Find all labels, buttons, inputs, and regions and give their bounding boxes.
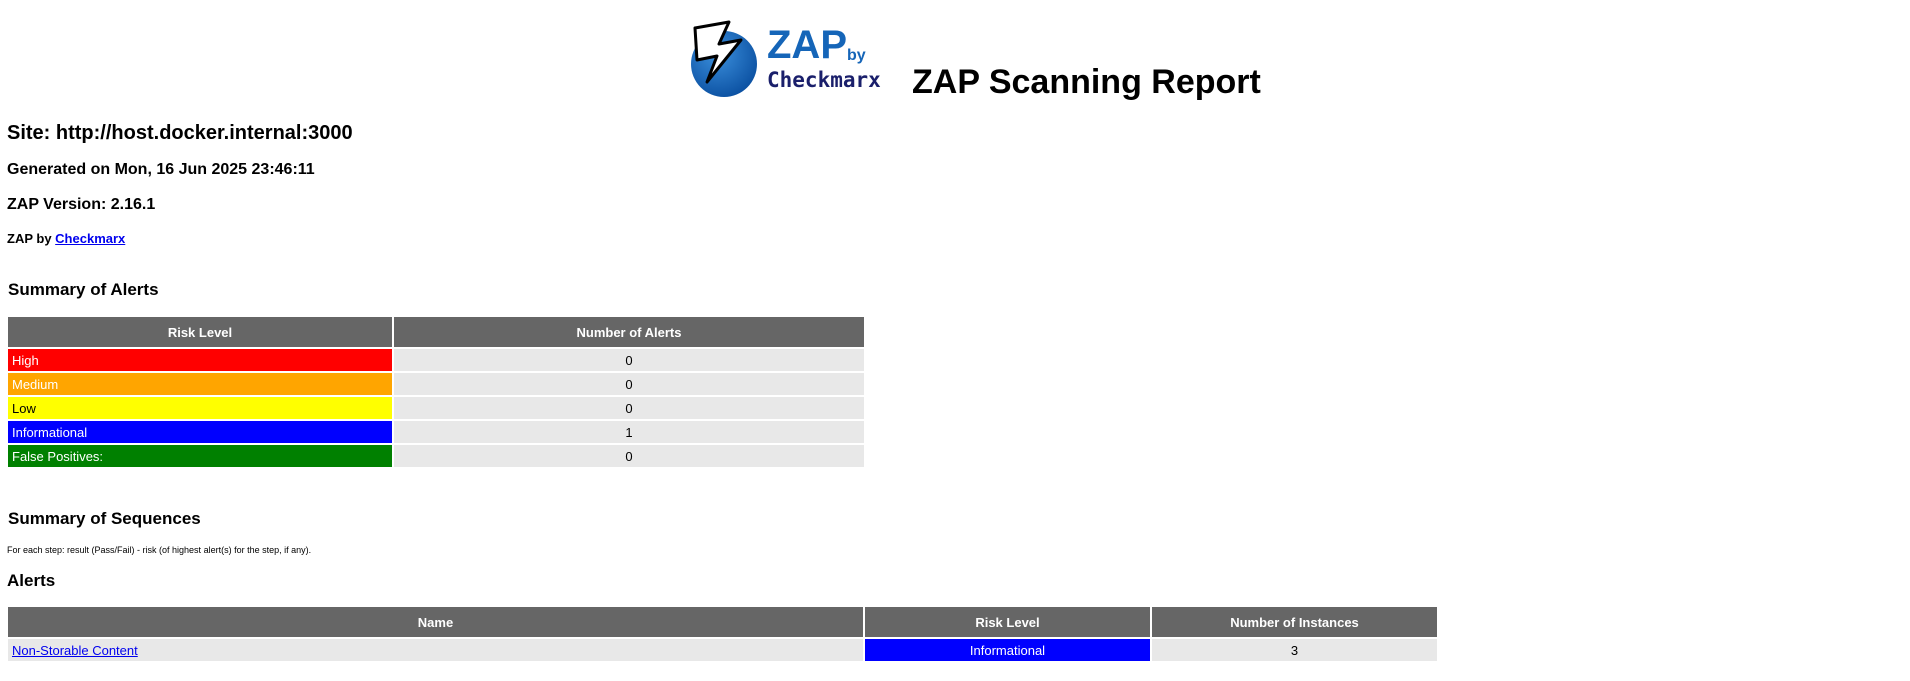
column-header-name: Name (8, 607, 863, 637)
page-title: ZAP Scanning Report (912, 63, 1261, 101)
alert-count: 0 (394, 373, 864, 395)
alert-count: 0 (394, 349, 864, 371)
table-row: Medium 0 (8, 373, 864, 395)
table-row: Non-Storable Content Informational 3 (8, 639, 1437, 661)
summary-alerts-heading: Summary of Alerts (8, 280, 159, 299)
zap-version: ZAP Version: 2.16.1 (7, 196, 156, 213)
alert-count: 1 (394, 421, 864, 443)
logo-zap-text: ZAP (767, 23, 847, 67)
alert-count: 0 (394, 397, 864, 419)
logo-by-text: by (847, 47, 866, 64)
alerts-table: Name Risk Level Number of Instances Non-… (6, 605, 1439, 663)
zap-logo: ZAP by Checkmarx (689, 20, 911, 100)
alert-name-link[interactable]: Non-Storable Content (12, 643, 138, 658)
byline: ZAP by Checkmarx (7, 231, 125, 247)
risk-level-false-positives: False Positives: (8, 445, 392, 467)
alert-instances: 3 (1152, 639, 1437, 661)
table-row: False Positives: 0 (8, 445, 864, 467)
alert-name-cell: Non-Storable Content (8, 639, 863, 661)
byline-prefix: ZAP by (7, 231, 56, 246)
risk-level-high: High (8, 349, 392, 371)
risk-level-informational: Informational (8, 421, 392, 443)
column-header-number-of-alerts: Number of Alerts (394, 317, 864, 347)
alerts-heading: Alerts (7, 571, 56, 590)
alert-count: 0 (394, 445, 864, 467)
generated-date: Generated on Mon, 16 Jun 2025 23:46:11 (7, 161, 315, 178)
table-row: High 0 (8, 349, 864, 371)
column-header-risk-level: Risk Level (8, 317, 392, 347)
column-header-risk-level: Risk Level (865, 607, 1150, 637)
site-heading: Site: http://host.docker.internal:3000 (7, 122, 353, 144)
table-row: Low 0 (8, 397, 864, 419)
risk-level-medium: Medium (8, 373, 392, 395)
summary-sequences-heading: Summary of Sequences (8, 509, 201, 528)
report-header: ZAP by Checkmarx ZAP Scanning Report (0, 16, 1910, 106)
sequences-note: For each step: result (Pass/Fail) - risk… (7, 545, 312, 555)
risk-level-low: Low (8, 397, 392, 419)
column-header-number-of-instances: Number of Instances (1152, 607, 1437, 637)
summary-alerts-table: Risk Level Number of Alerts High 0 Mediu… (6, 315, 866, 469)
checkmarx-link[interactable]: Checkmarx (55, 231, 125, 246)
table-row: Informational 1 (8, 421, 864, 443)
logo-brand-text: Checkmarx (767, 68, 881, 92)
alert-risk-level: Informational (865, 639, 1150, 661)
